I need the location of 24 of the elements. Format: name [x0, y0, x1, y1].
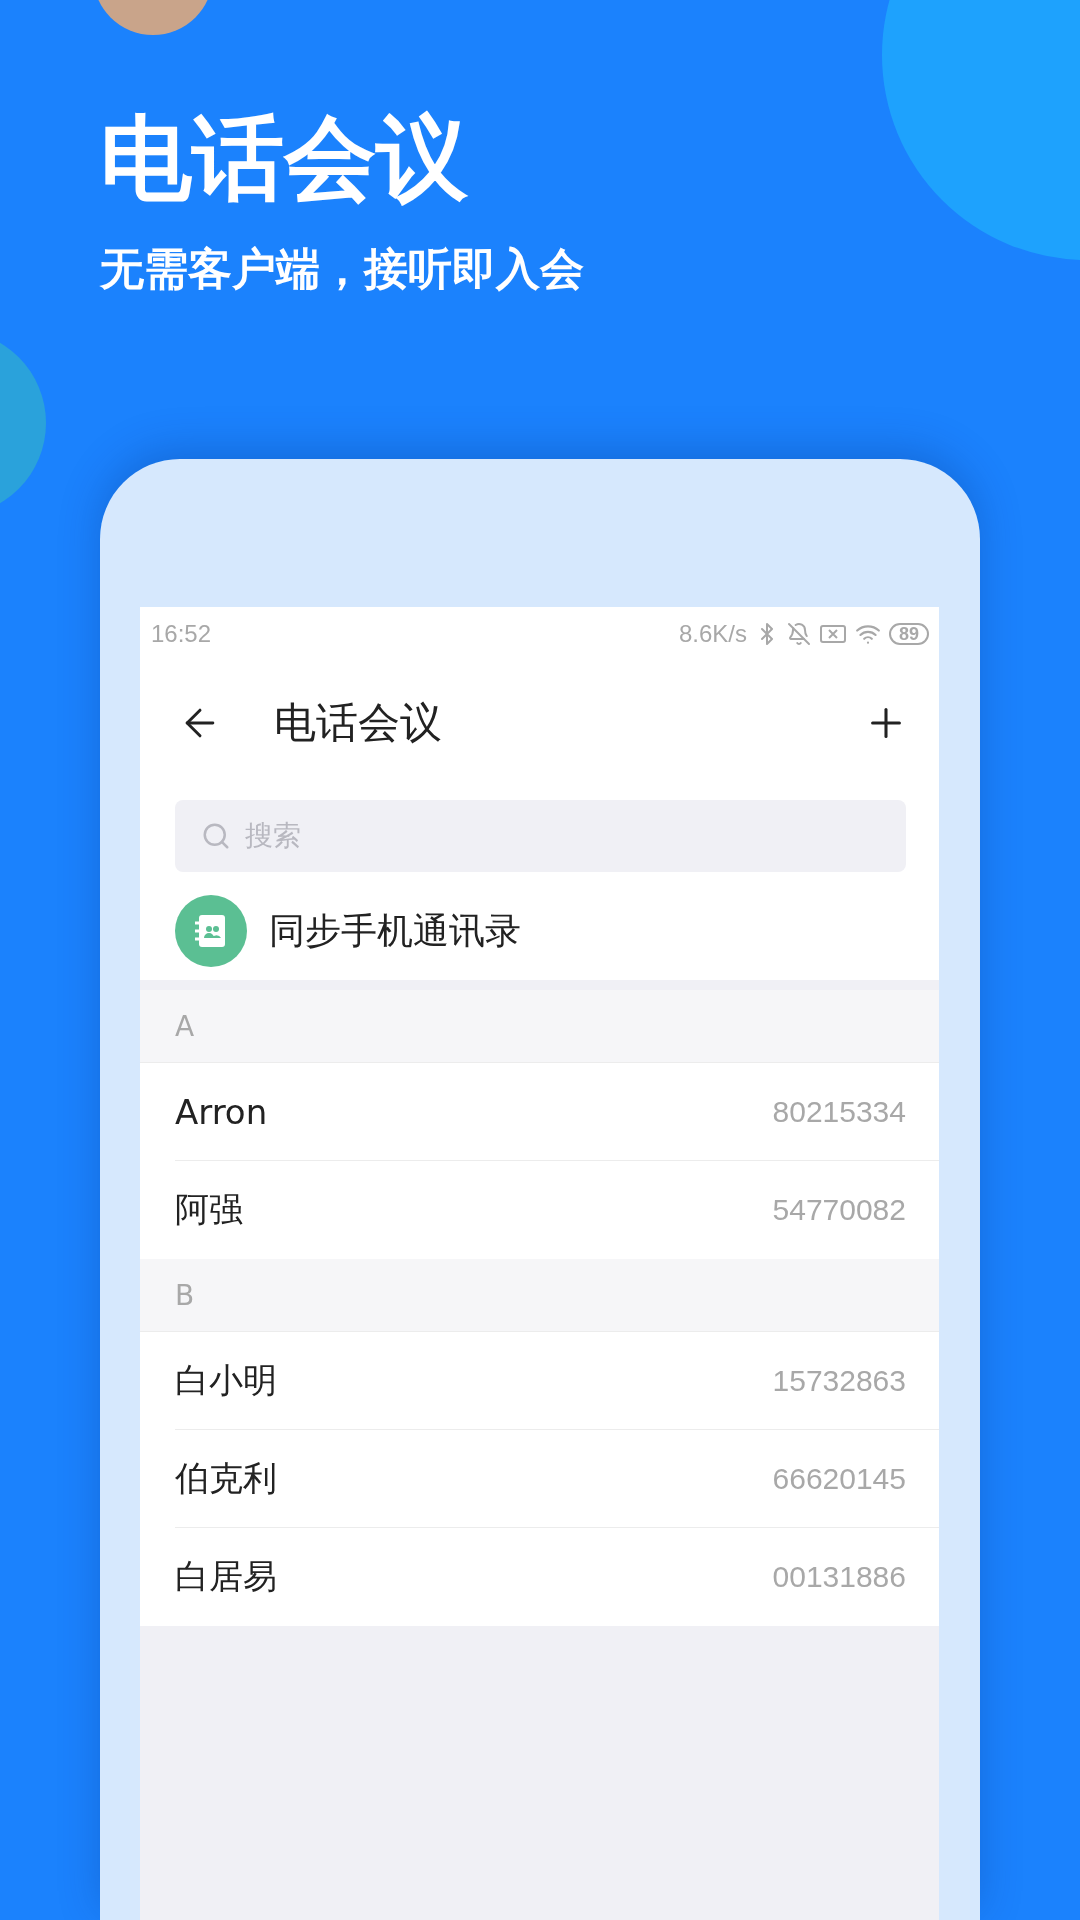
contacts-book-icon	[175, 895, 247, 967]
promo-subtitle: 无需客户端，接听即入会	[100, 245, 584, 294]
section-letter: A	[140, 990, 939, 1063]
contact-name[interactable]: 白居易	[175, 1554, 277, 1600]
contact-number: 80215334	[772, 1094, 906, 1129]
promo-title: 电话会议	[100, 108, 468, 210]
page-title: 电话会议	[274, 696, 443, 749]
contact-name[interactable]: 阿强	[175, 1187, 243, 1233]
sim-card-icon	[818, 623, 847, 645]
contact-number: 00131886	[772, 1560, 906, 1594]
contact-number: 66620145	[772, 1461, 906, 1496]
section-letter: B	[140, 1259, 939, 1332]
contact-name[interactable]: 白小明	[175, 1357, 277, 1404]
network-speed: 8.6K/s	[678, 620, 747, 648]
search-field[interactable]: 搜索	[175, 800, 906, 872]
contact-name[interactable]: Arron	[175, 1091, 268, 1132]
status-time: 16:52	[151, 620, 213, 648]
contact-number: 54770082	[772, 1193, 906, 1227]
search-icon	[201, 821, 231, 851]
contact-number: 15732863	[772, 1363, 906, 1398]
battery-level: 89	[888, 623, 929, 645]
sync-contacts-item[interactable]: 同步手机通讯录	[140, 882, 939, 980]
contact-name[interactable]: 伯克利	[175, 1455, 277, 1502]
muted-bell-icon	[786, 622, 811, 646]
